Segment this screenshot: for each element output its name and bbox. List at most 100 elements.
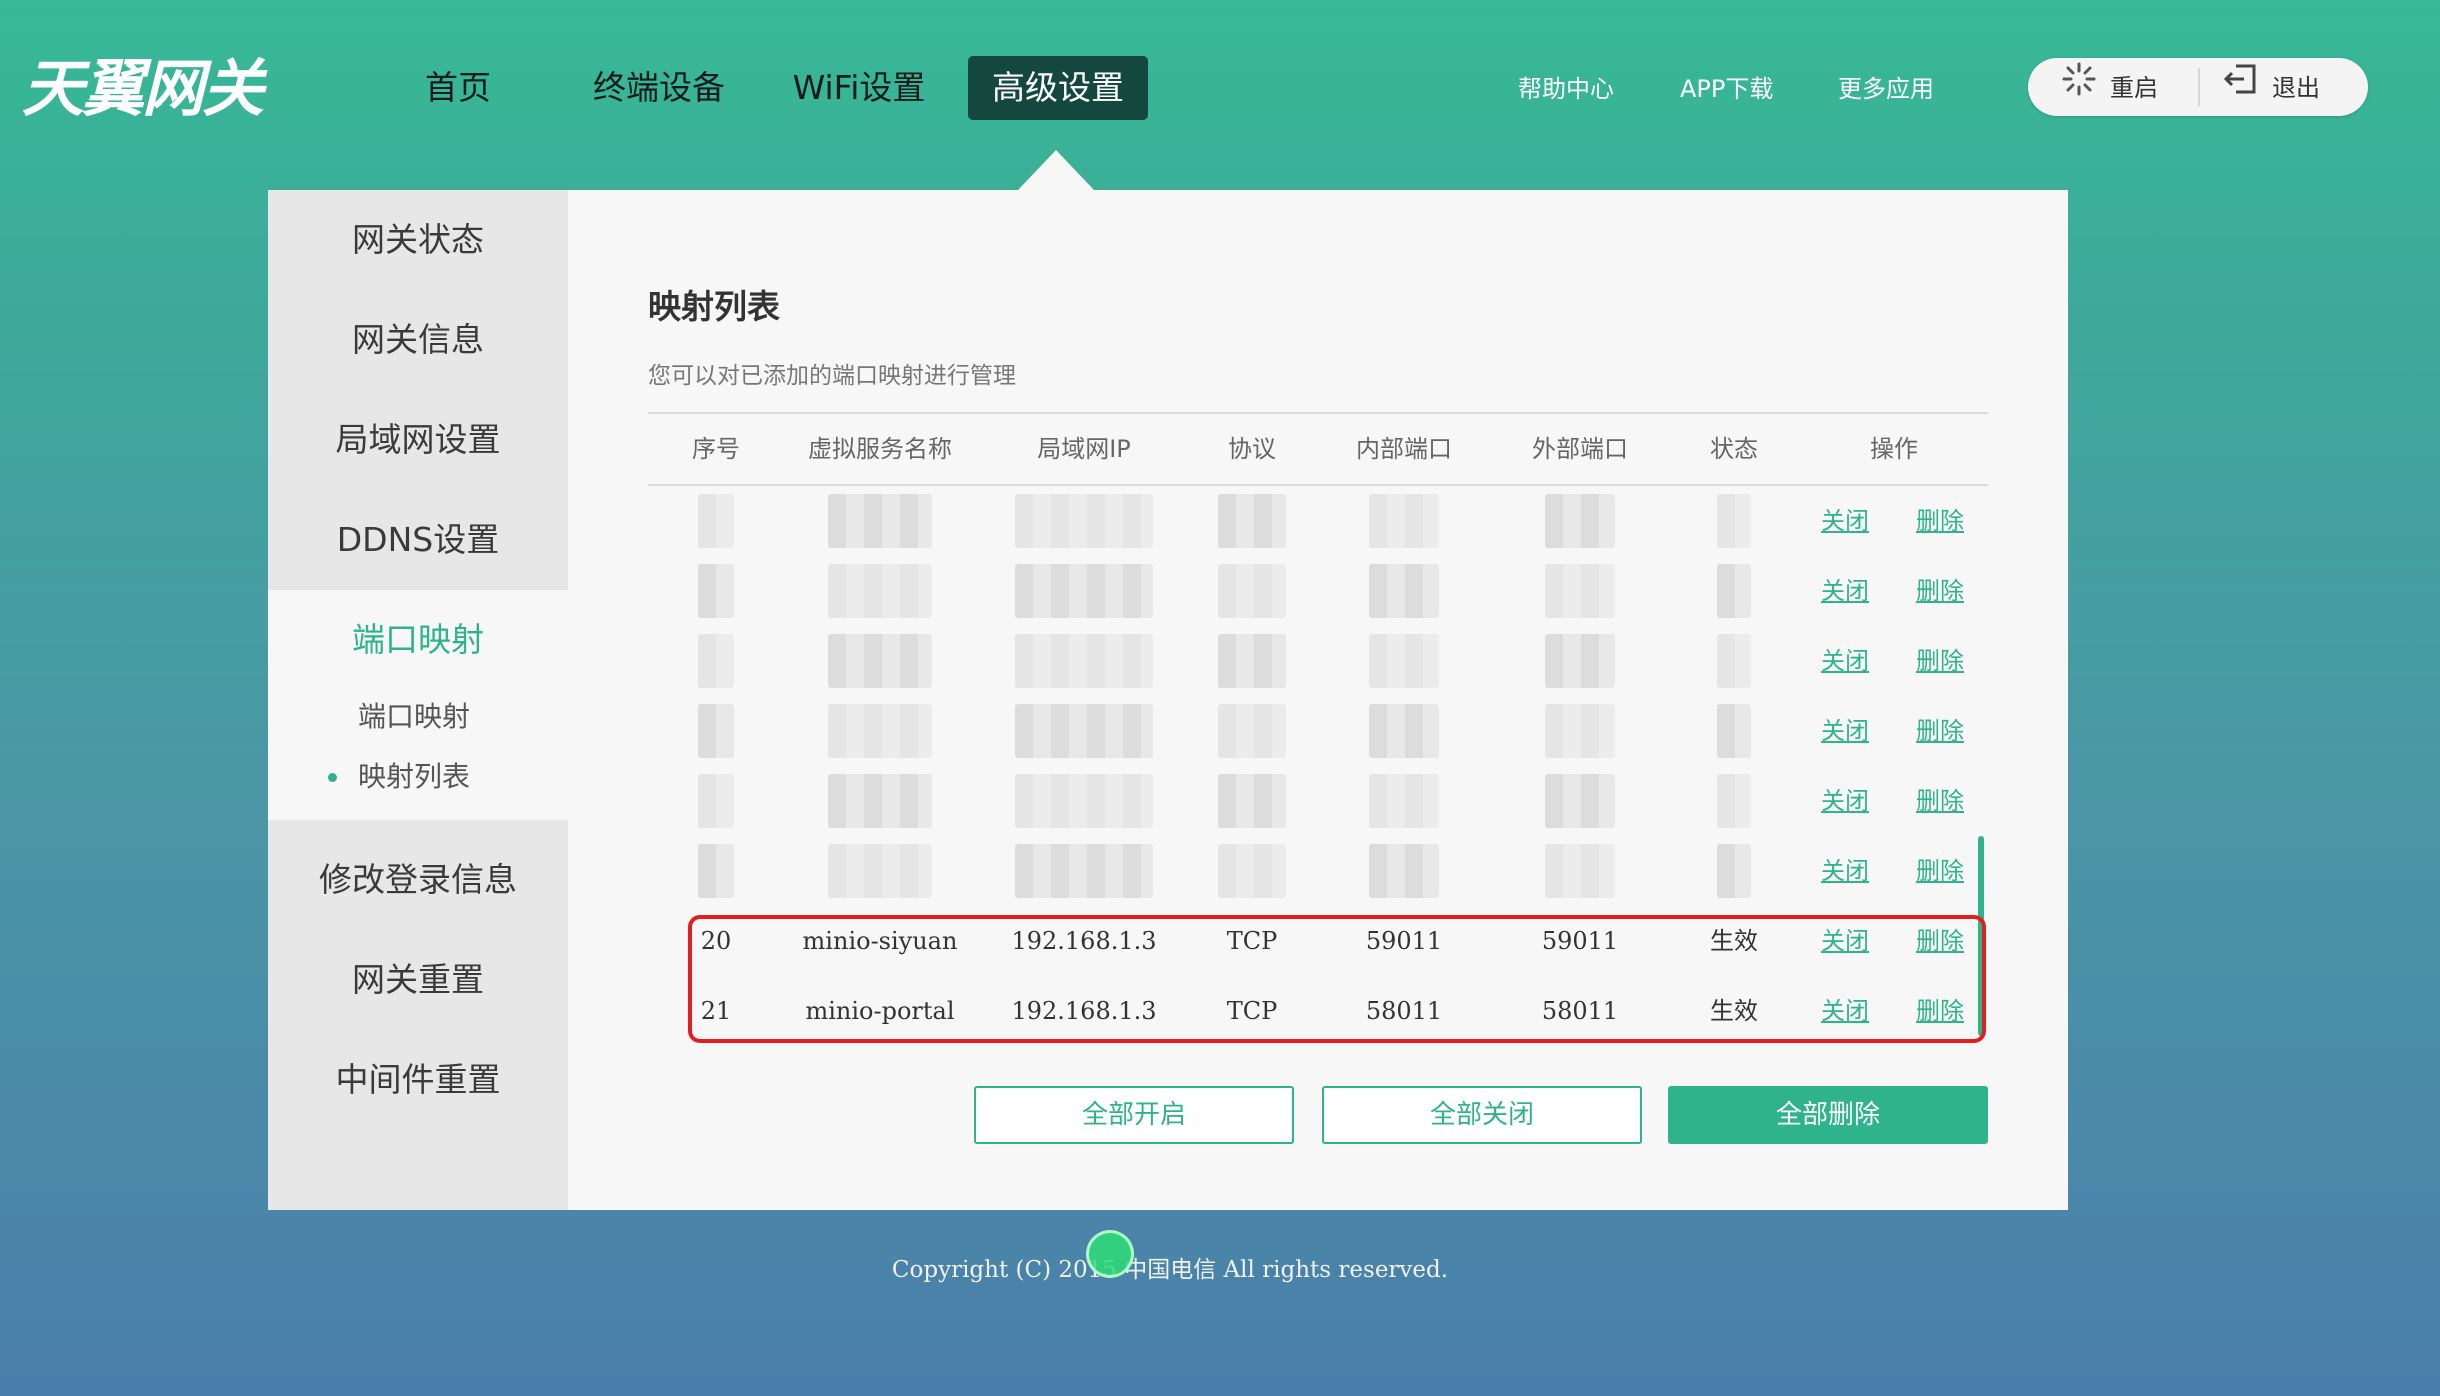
cell-protocol: TCP (1226, 997, 1278, 1025)
restart-label: 重启 (2110, 74, 2158, 102)
close-action-link[interactable]: 关闭 (1821, 906, 1869, 976)
main-panel: 映射列表 您可以对已添加的端口映射进行管理 序号 虚拟服务名称 局域网IP 协议… (568, 190, 2068, 1210)
cell-lan-ip: 192.168.1.3 (1011, 997, 1157, 1025)
col-header-external-port: 外部端口 (1532, 435, 1628, 463)
redacted-cell (1717, 704, 1751, 758)
nav-wifi-settings[interactable]: WiFi设置 (786, 56, 932, 120)
redacted-cell (1218, 634, 1286, 688)
redacted-cell (698, 704, 734, 758)
sidebar-item-ddns-settings[interactable]: DDNS设置 (268, 490, 568, 590)
col-header-protocol: 协议 (1228, 435, 1276, 463)
sidebar-item-gateway-status[interactable]: 网关状态 (268, 190, 568, 290)
close-action-link[interactable]: 关闭 (1821, 696, 1869, 766)
close-action-link[interactable]: 关闭 (1821, 556, 1869, 626)
redacted-cell (1015, 704, 1153, 758)
footer-copyright: Copyright (C) 2015 中国电信 All rights reser… (891, 1257, 1449, 1283)
top-action-group: 重启 退出 (2028, 58, 2368, 116)
redacted-cell (698, 774, 734, 828)
redacted-cell (1369, 494, 1439, 548)
active-dot-icon (328, 773, 337, 782)
cell-lan-ip: 192.168.1.3 (1011, 927, 1157, 955)
logout-icon (2222, 59, 2258, 117)
col-header-service-name: 虚拟服务名称 (808, 435, 952, 463)
more-apps-link[interactable]: 更多应用 (1838, 70, 1934, 108)
redacted-cell (1717, 844, 1751, 898)
redacted-cell (1015, 634, 1153, 688)
disable-all-button[interactable]: 全部关闭 (1322, 1086, 1642, 1144)
delete-action-link[interactable]: 删除 (1916, 696, 1964, 766)
sidebar-item-gateway-info[interactable]: 网关信息 (268, 290, 568, 390)
col-header-id: 序号 (692, 435, 740, 463)
redacted-cell (1015, 494, 1153, 548)
sidebar-group-port-mapping: 端口映射 端口映射 映射列表 (268, 590, 568, 820)
app-download-link[interactable]: APP下载 (1680, 70, 1773, 108)
table-row: 21 minio-portal 192.168.1.3 TCP 58011 58011 生效… (648, 976, 1988, 1046)
sidebar-item-port-mapping[interactable]: 端口映射 (268, 590, 568, 690)
redacted-cell (698, 564, 734, 618)
col-header-status: 状态 (1710, 435, 1758, 463)
delete-all-button[interactable]: 全部删除 (1668, 1086, 1988, 1144)
cell-id: 21 (700, 997, 732, 1025)
redacted-cell (828, 774, 932, 828)
redacted-cell (828, 564, 932, 618)
delete-action-link[interactable]: 删除 (1916, 626, 1964, 696)
delete-action-link[interactable]: 删除 (1916, 556, 1964, 626)
page-title: 映射列表 (648, 287, 780, 326)
col-header-internal-port: 内部端口 (1356, 435, 1452, 463)
sidebar-item-modify-login[interactable]: 修改登录信息 (268, 830, 568, 930)
sidebar-item-lan-settings[interactable]: 局域网设置 (268, 390, 568, 490)
table-row-redacted: 关闭 删除 (648, 696, 1988, 766)
nav-advanced-settings[interactable]: 高级设置 (968, 56, 1148, 120)
cell-service-name: minio-portal (805, 997, 955, 1025)
sidebar-subitem-label: 映射列表 (358, 760, 471, 793)
close-action-link[interactable]: 关闭 (1821, 486, 1869, 556)
enable-all-button[interactable]: 全部开启 (974, 1086, 1294, 1144)
redacted-cell (1369, 844, 1439, 898)
redacted-cell (1218, 564, 1286, 618)
sidebar-item-middleware-reset[interactable]: 中间件重置 (268, 1030, 568, 1130)
table-scrollbar[interactable] (1978, 836, 1984, 1036)
redacted-cell (1545, 494, 1615, 548)
page-description: 您可以对已添加的端口映射进行管理 (648, 363, 1016, 389)
redacted-cell (1218, 844, 1286, 898)
col-header-lan-ip: 局域网IP (1037, 435, 1131, 463)
redacted-cell (1015, 844, 1153, 898)
close-action-link[interactable]: 关闭 (1821, 836, 1869, 906)
redacted-cell (1717, 774, 1751, 828)
sidebar-subitem-port-mapping[interactable]: 端口映射 (358, 692, 470, 742)
help-center-link[interactable]: 帮助中心 (1518, 70, 1614, 108)
logout-button[interactable]: 退出 (2222, 58, 2320, 116)
restart-button[interactable]: 重启 (2062, 58, 2158, 116)
table-header: 序号 虚拟服务名称 局域网IP 协议 内部端口 外部端口 状态 操作 (648, 412, 1988, 486)
redacted-cell (1369, 704, 1439, 758)
delete-action-link[interactable]: 删除 (1916, 976, 1964, 1046)
redacted-cell (828, 844, 932, 898)
redacted-cell (828, 634, 932, 688)
nav-devices[interactable]: 终端设备 (586, 56, 732, 120)
cell-internal-port: 58011 (1365, 997, 1443, 1025)
cell-internal-port: 59011 (1365, 927, 1443, 955)
redacted-cell (1015, 774, 1153, 828)
sidebar: 网关状态 网关信息 局域网设置 DDNS设置 端口映射 端口映射 映射列表 修改… (268, 190, 568, 1210)
col-header-actions: 操作 (1870, 435, 1918, 463)
redacted-cell (1545, 564, 1615, 618)
nav-home[interactable]: 首页 (418, 56, 498, 120)
cell-external-port: 59011 (1541, 927, 1619, 955)
cell-service-name: minio-siyuan (802, 927, 958, 955)
close-action-link[interactable]: 关闭 (1821, 626, 1869, 696)
table-row-redacted: 关闭 删除 (648, 556, 1988, 626)
sidebar-item-gateway-reset[interactable]: 网关重置 (268, 930, 568, 1030)
close-action-link[interactable]: 关闭 (1821, 766, 1869, 836)
brand-logo: 天翼网关 (22, 52, 264, 125)
delete-action-link[interactable]: 删除 (1916, 906, 1964, 976)
delete-action-link[interactable]: 删除 (1916, 766, 1964, 836)
cell-external-port: 58011 (1541, 997, 1619, 1025)
redacted-cell (1545, 634, 1615, 688)
sidebar-subitem-mapping-list[interactable]: 映射列表 (328, 752, 471, 802)
delete-action-link[interactable]: 删除 (1916, 836, 1964, 906)
table-row: 20 minio-siyuan 192.168.1.3 TCP 59011 59011 生效… (648, 906, 1988, 976)
close-action-link[interactable]: 关闭 (1821, 976, 1869, 1046)
redacted-cell (828, 704, 932, 758)
table-row-redacted: 关闭 删除 (648, 766, 1988, 836)
delete-action-link[interactable]: 删除 (1916, 486, 1964, 556)
